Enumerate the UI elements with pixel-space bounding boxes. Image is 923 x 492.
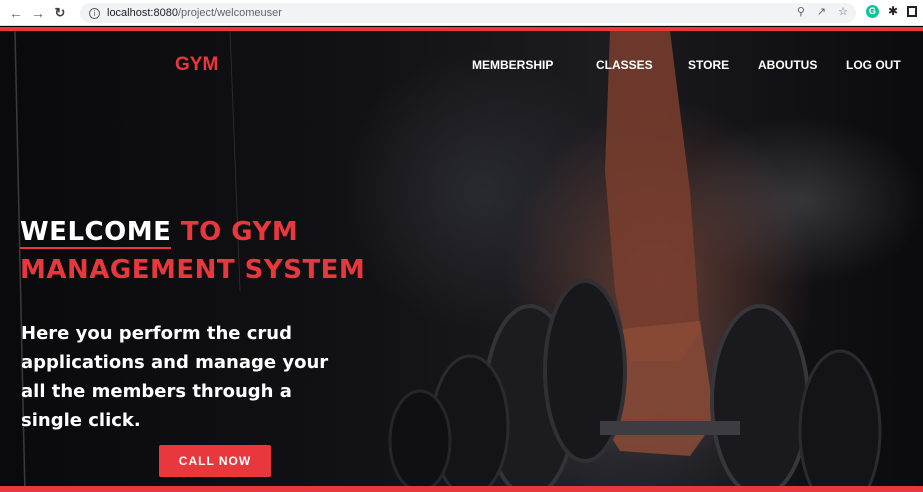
info-icon[interactable]: i bbox=[89, 7, 100, 19]
call-now-button[interactable]: CALL NOW bbox=[159, 445, 271, 477]
back-arrow-icon[interactable]: ← bbox=[5, 5, 27, 21]
site-logo[interactable]: GYM bbox=[175, 54, 218, 76]
window-icon[interactable] bbox=[907, 5, 917, 17]
share-icon[interactable]: ↗ bbox=[817, 5, 826, 18]
hero-section: GYM MEMBERSHIP CLASSES STORE ABOUTUS LOG… bbox=[0, 27, 923, 492]
grammarly-icon[interactable]: G bbox=[865, 4, 879, 18]
headline-to-gym: TO GYM bbox=[180, 217, 299, 247]
star-icon[interactable]: ☆ bbox=[838, 5, 848, 18]
headline-welcome: WELCOME bbox=[20, 213, 172, 251]
puzzle-icon[interactable]: ✱ bbox=[888, 4, 898, 18]
nav-classes[interactable]: CLASSES bbox=[596, 58, 653, 72]
browser-toolbar: ← → ↻ i localhost:8080/project/welcomeus… bbox=[0, 0, 923, 26]
key-icon[interactable]: ⚲ bbox=[797, 5, 805, 18]
nav-aboutus[interactable]: ABOUTUS bbox=[758, 58, 817, 72]
nav-store[interactable]: STORE bbox=[688, 58, 729, 72]
headline-management-system: MANAGEMENT SYSTEM bbox=[20, 255, 366, 285]
hero-subtext: Here you perform the crud applications a… bbox=[21, 323, 329, 431]
reload-icon[interactable]: ↻ bbox=[49, 5, 71, 21]
nav-membership[interactable]: MEMBERSHIP bbox=[472, 58, 553, 72]
nav-logout[interactable]: LOG OUT bbox=[846, 58, 901, 72]
hero-headline: WELCOME TO GYM MANAGEMENT SYSTEM bbox=[20, 213, 440, 289]
address-bar[interactable]: i localhost:8080/project/welcomeuser ⚲ ↗… bbox=[80, 3, 856, 23]
forward-arrow-icon[interactable]: → bbox=[27, 5, 49, 21]
url-text[interactable]: localhost:8080/project/welcomeuser bbox=[107, 7, 282, 19]
